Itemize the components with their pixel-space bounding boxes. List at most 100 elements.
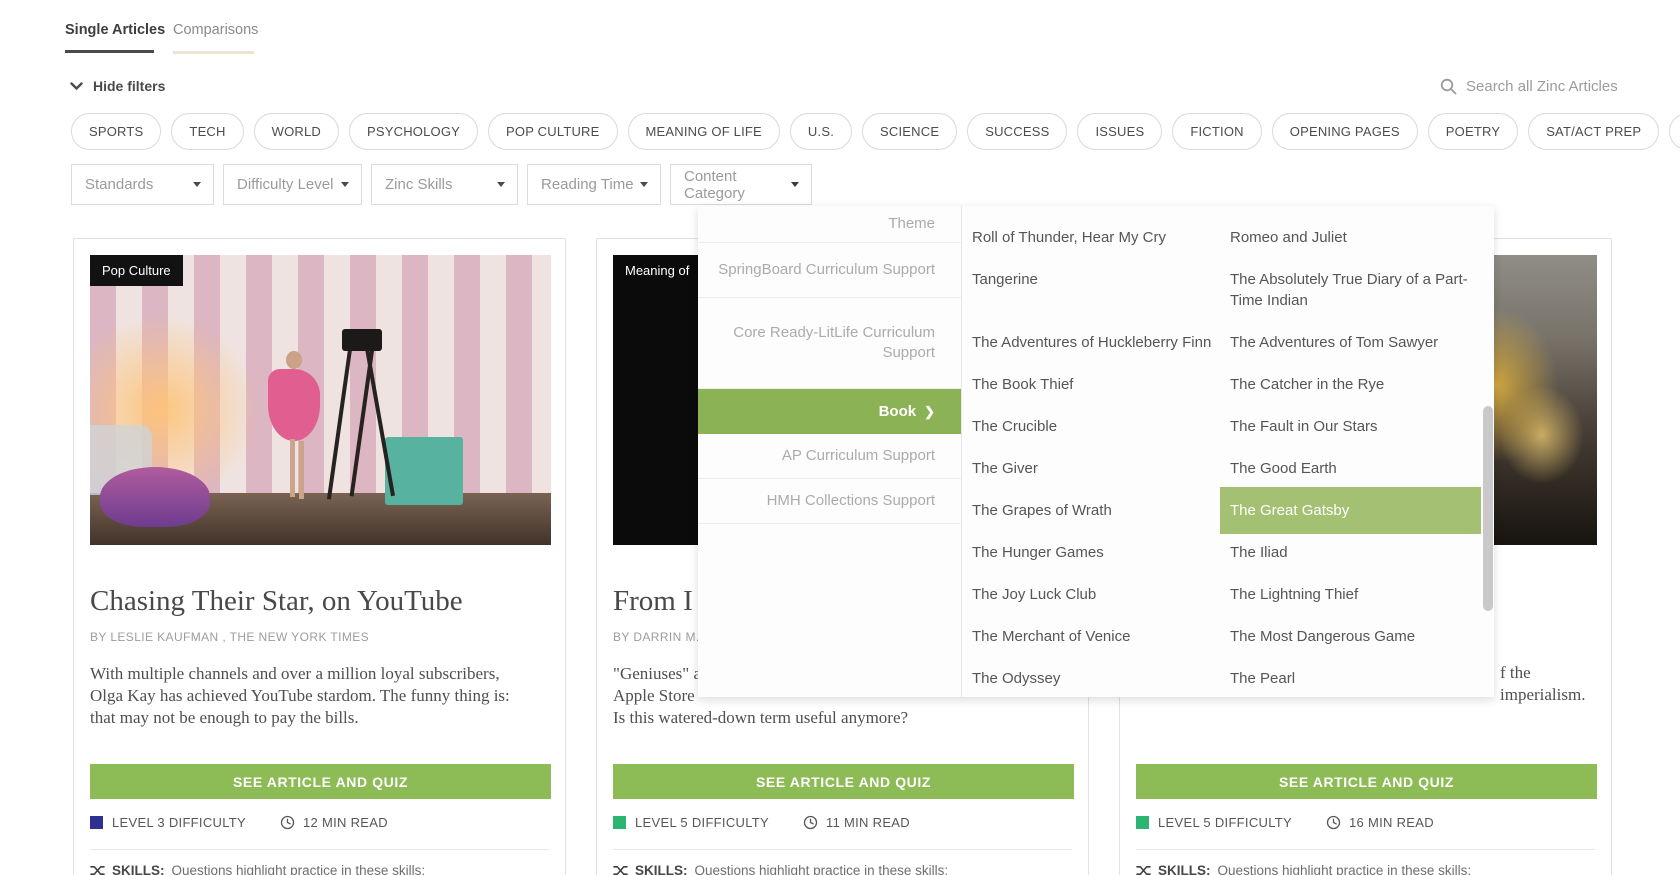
zinc-skills-select[interactable]: Zinc Skills [371,164,518,205]
pill-pop-culture[interactable]: POP CULTURE [488,113,618,150]
skills-icon [90,864,105,875]
difficulty-swatch [613,816,626,829]
pill-poetry[interactable]: POETRY [1427,113,1519,150]
pill-success[interactable]: SUCCESS [967,113,1068,150]
hide-filters-toggle[interactable]: Hide filters [70,78,165,94]
book-option[interactable]: The Fault in Our Stars [1230,416,1481,437]
pill-meaning-of-life[interactable]: MEANING OF LIFE [627,113,780,150]
clock-icon [803,815,818,830]
difficulty-label: LEVEL 5 DIFFICULTY [1158,815,1292,830]
hide-filters-label: Hide filters [93,78,166,94]
skills-icon [613,864,628,875]
book-row: The Merchant of Venice The Most Dangerou… [972,626,1481,647]
caret-down-icon [341,182,349,187]
book-option[interactable]: The Joy Luck Club [972,584,1230,605]
skills-text: Questions highlight practice in these sk… [694,863,949,875]
book-option[interactable]: The Iliad [1230,542,1481,563]
book-option[interactable]: The Adventures of Huckleberry Finn [972,332,1230,353]
clock-icon [280,815,295,830]
pill-sat-act-prep[interactable]: SAT/ACT PREP [1528,113,1660,150]
read-time-label: 16 MIN READ [1349,815,1434,830]
summary-line: Is this watered-down term useful anymore… [613,708,909,727]
caret-down-icon [193,182,201,187]
book-option[interactable]: Tangerine [972,269,1230,311]
card-divider [613,849,1072,850]
book-option[interactable]: Romeo and Juliet [1230,227,1481,248]
menu-item-book[interactable]: Book ❯ [698,389,961,434]
skills-row: SKILLS: Questions highlight practice in … [613,863,948,875]
menu-item-ap-curriculum[interactable]: AP Curriculum Support [698,434,961,479]
menu-item-theme[interactable]: Theme [698,206,961,243]
article-image[interactable]: Pop Culture [90,255,551,545]
book-option-highlighted[interactable]: The Great Gatsby [1220,487,1481,534]
book-option[interactable]: The Absolutely True Diary of a Part-Time… [1230,269,1481,311]
difficulty-swatch [90,816,103,829]
clock-icon [1326,815,1341,830]
summary-line-fragment: f the [1500,663,1531,682]
summary-line: With multiple channels and over a millio… [90,664,500,683]
book-option[interactable]: The Catcher in the Rye [1230,374,1481,395]
book-option[interactable]: The Grapes of Wrath [972,500,1230,521]
menu-item-springboard[interactable]: SpringBoard Curriculum Support [698,243,961,298]
see-article-quiz-button[interactable]: SEE ARTICLE AND QUIZ [613,764,1074,799]
book-option[interactable]: The Hunger Games [972,542,1230,563]
pill-us[interactable]: U.S. [789,113,853,150]
book-option[interactable]: The Book Thief [972,374,1230,395]
book-submenu: Roll of Thunder, Hear My Cry Romeo and J… [962,206,1481,697]
image-camera [342,329,382,351]
book-option[interactable]: The Lightning Thief [1230,584,1481,605]
image-person-head [286,351,302,369]
summary-line: that may not be enough to pay the bills. [90,708,359,727]
article-title[interactable]: Chasing Their Star, on YouTube [90,585,463,618]
tab-comparisons-underline [173,51,254,54]
menu-item-core-ready-litlife[interactable]: Core Ready-LitLife Curriculum Support [698,298,961,389]
book-option[interactable]: The Most Dangerous Game [1230,626,1481,647]
caret-down-icon [497,182,505,187]
articles-page: Single Articles Comparisons Hide filters… [0,0,1680,875]
difficulty-swatch [1136,816,1149,829]
zinc-skills-select-label: Zinc Skills [385,176,453,193]
skills-label: SKILLS: [112,863,165,875]
book-row: Tangerine The Absolutely True Diary of a… [972,269,1481,311]
difficulty-label: LEVEL 5 DIFFICULTY [635,815,769,830]
content-category-select[interactable]: Content Category [670,164,812,205]
book-option[interactable]: The Adventures of Tom Sawyer [1230,332,1481,353]
pill-primary-sources[interactable]: PRIMARY SOURCES [1669,113,1680,150]
book-option[interactable]: The Crucible [972,416,1230,437]
pill-science[interactable]: SCIENCE [862,113,958,150]
image-dresser [385,437,463,505]
difficulty-level-select[interactable]: Difficulty Level [223,164,362,205]
pill-fiction[interactable]: FICTION [1172,113,1262,150]
skills-row: SKILLS: Questions highlight practice in … [90,863,425,875]
book-option[interactable]: The Good Earth [1230,458,1481,479]
book-option[interactable]: The Merchant of Venice [972,626,1230,647]
standards-select[interactable]: Standards [71,164,214,205]
pill-world[interactable]: WORLD [253,113,340,150]
category-pill-row: SPORTS TECH WORLD PSYCHOLOGY POP CULTURE… [71,113,1680,150]
skills-icon [1136,864,1151,875]
pill-opening-pages[interactable]: OPENING PAGES [1271,113,1418,150]
book-option[interactable]: The Odyssey [972,668,1230,689]
difficulty-level-select-label: Difficulty Level [237,176,334,193]
menu-item-hmh-collections[interactable]: HMH Collections Support [698,479,961,524]
standards-select-label: Standards [85,176,154,193]
pill-tech[interactable]: TECH [171,113,244,150]
book-option[interactable]: The Pearl [1230,668,1481,689]
book-option[interactable]: The Giver [972,458,1230,479]
book-row: The Odyssey The Pearl [972,668,1481,689]
article-title[interactable]: From I [613,585,693,618]
pill-psychology[interactable]: PSYCHOLOGY [349,113,479,150]
see-article-quiz-button[interactable]: SEE ARTICLE AND QUIZ [90,764,551,799]
pill-sports[interactable]: SPORTS [71,113,162,150]
book-option[interactable]: Roll of Thunder, Hear My Cry [972,227,1230,248]
card-divider [90,849,549,850]
tab-single-articles[interactable]: Single Articles [65,22,165,38]
reading-time-select[interactable]: Reading Time [527,164,661,205]
article-stats: LEVEL 5 DIFFICULTY 16 MIN READ [1136,815,1434,830]
pill-issues[interactable]: ISSUES [1077,113,1163,150]
tab-comparisons[interactable]: Comparisons [173,22,258,38]
dropdown-scrollbar-thumb[interactable] [1483,406,1493,611]
search-input[interactable]: Search all Zinc Articles [1440,78,1618,95]
see-article-quiz-button[interactable]: SEE ARTICLE AND QUIZ [1136,764,1597,799]
menu-item-book-label: Book [878,402,917,420]
